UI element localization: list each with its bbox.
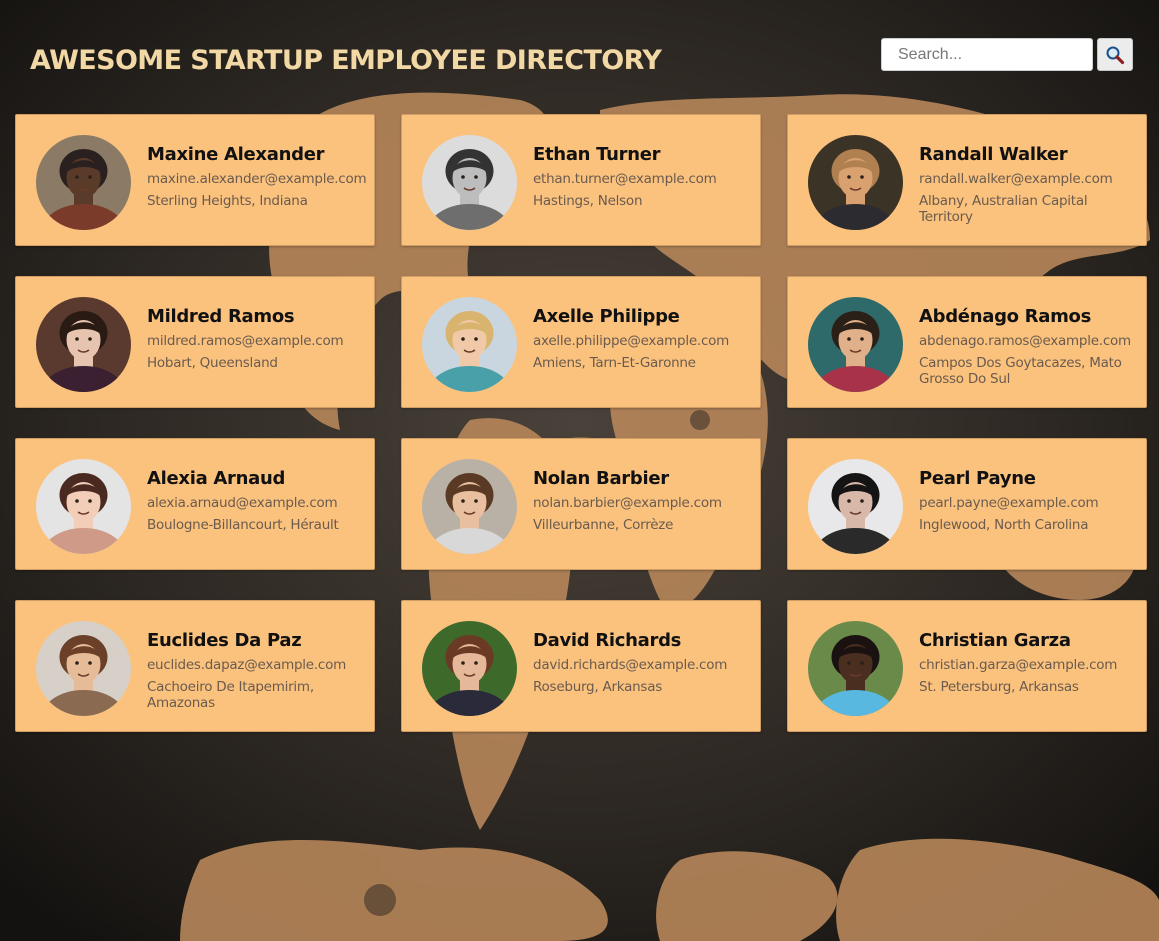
portrait-image <box>36 621 131 716</box>
employee-location: Cachoeiro De Itapemirim, Amazonas <box>147 679 314 711</box>
employee-name: Maxine Alexander <box>147 144 325 165</box>
employee-location: Boulogne-Billancourt, Hérault <box>147 517 339 533</box>
search-button[interactable] <box>1097 38 1133 71</box>
employee-card[interactable]: Ethan Turner ethan.turner@example.com Ha… <box>401 114 761 246</box>
employee-name: Randall Walker <box>919 144 1068 165</box>
card-info: Ethan Turner ethan.turner@example.com Ha… <box>533 143 750 209</box>
employee-card[interactable]: Christian Garza christian.garza@example.… <box>787 600 1147 732</box>
portrait-image <box>808 297 903 392</box>
avatar <box>422 297 517 392</box>
employee-name: Nolan Barbier <box>533 468 669 489</box>
employee-name: David Richards <box>533 630 682 651</box>
employee-card[interactable]: Abdénago Ramos abdenago.ramos@example.co… <box>787 276 1147 408</box>
card-info: Mildred Ramos mildred.ramos@example.com … <box>147 305 364 371</box>
employee-card[interactable]: Pearl Payne pearl.payne@example.com Ingl… <box>787 438 1147 570</box>
avatar <box>422 621 517 716</box>
employee-gallery: Maxine Alexander maxine.alexander@exampl… <box>15 114 1147 732</box>
employee-location: Villeurbanne, Corrèze <box>533 517 674 533</box>
employee-card[interactable]: Nolan Barbier nolan.barbier@example.com … <box>401 438 761 570</box>
card-info: Maxine Alexander maxine.alexander@exampl… <box>147 143 367 209</box>
employee-location: Sterling Heights, Indiana <box>147 193 308 209</box>
employee-email: abdenago.ramos@example.com <box>919 333 1131 349</box>
employee-location: Hobart, Queensland <box>147 355 278 371</box>
employee-location: Inglewood, North Carolina <box>919 517 1089 533</box>
employee-card[interactable]: David Richards david.richards@example.co… <box>401 600 761 732</box>
employee-email: randall.walker@example.com <box>919 171 1113 187</box>
portrait-image <box>36 459 131 554</box>
employee-email: christian.garza@example.com <box>919 657 1118 673</box>
employee-email: ethan.turner@example.com <box>533 171 717 187</box>
employee-location: Roseburg, Arkansas <box>533 679 662 695</box>
employee-email: maxine.alexander@example.com <box>147 171 367 187</box>
avatar <box>36 135 131 230</box>
employee-location: St. Petersburg, Arkansas <box>919 679 1079 695</box>
portrait-image <box>422 459 517 554</box>
avatar <box>808 459 903 554</box>
avatar <box>808 621 903 716</box>
employee-card[interactable]: Randall Walker randall.walker@example.co… <box>787 114 1147 246</box>
portrait-image <box>36 297 131 392</box>
search-input[interactable] <box>881 38 1093 71</box>
employee-email: alexia.arnaud@example.com <box>147 495 338 511</box>
employee-email: euclides.dapaz@example.com <box>147 657 346 673</box>
employee-name: Abdénago Ramos <box>919 306 1092 327</box>
employee-card[interactable]: Axelle Philippe axelle.philippe@example.… <box>401 276 761 408</box>
magnifying-glass-icon <box>1106 46 1125 64</box>
card-info: Abdénago Ramos abdenago.ramos@example.co… <box>919 305 1136 387</box>
portrait-image <box>36 135 131 230</box>
portrait-image <box>422 621 517 716</box>
card-info: Axelle Philippe axelle.philippe@example.… <box>533 305 750 371</box>
card-info: Christian Garza christian.garza@example.… <box>919 629 1136 695</box>
card-info: Nolan Barbier nolan.barbier@example.com … <box>533 467 750 533</box>
card-info: Alexia Arnaud alexia.arnaud@example.com … <box>147 467 364 533</box>
employee-name: Mildred Ramos <box>147 306 295 327</box>
avatar <box>422 459 517 554</box>
employee-email: david.richards@example.com <box>533 657 728 673</box>
employee-location: Albany, Australian Capital Territory <box>919 193 1088 225</box>
employee-location: Hastings, Nelson <box>533 193 643 209</box>
employee-email: pearl.payne@example.com <box>919 495 1099 511</box>
employee-name: Christian Garza <box>919 630 1071 651</box>
portrait-image <box>808 135 903 230</box>
portrait-image <box>422 297 517 392</box>
card-info: David Richards david.richards@example.co… <box>533 629 750 695</box>
avatar <box>36 459 131 554</box>
employee-email: axelle.philippe@example.com <box>533 333 730 349</box>
portrait-image <box>422 135 517 230</box>
employee-card[interactable]: Alexia Arnaud alexia.arnaud@example.com … <box>15 438 375 570</box>
card-info: Randall Walker randall.walker@example.co… <box>919 143 1136 225</box>
employee-card[interactable]: Euclides Da Paz euclides.dapaz@example.c… <box>15 600 375 732</box>
employee-name: Euclides Da Paz <box>147 630 302 651</box>
employee-email: nolan.barbier@example.com <box>533 495 722 511</box>
employee-email: mildred.ramos@example.com <box>147 333 344 349</box>
employee-name: Ethan Turner <box>533 144 661 165</box>
avatar <box>422 135 517 230</box>
portrait-image <box>808 621 903 716</box>
avatar <box>36 297 131 392</box>
employee-name: Pearl Payne <box>919 468 1036 489</box>
employee-card[interactable]: Mildred Ramos mildred.ramos@example.com … <box>15 276 375 408</box>
avatar <box>808 135 903 230</box>
avatar <box>808 297 903 392</box>
card-info: Euclides Da Paz euclides.dapaz@example.c… <box>147 629 364 711</box>
employee-card[interactable]: Maxine Alexander maxine.alexander@exampl… <box>15 114 375 246</box>
employee-name: Axelle Philippe <box>533 306 680 327</box>
employee-location: Amiens, Tarn-Et-Garonne <box>533 355 696 371</box>
card-info: Pearl Payne pearl.payne@example.com Ingl… <box>919 467 1136 533</box>
portrait-image <box>808 459 903 554</box>
employee-location: Campos Dos Goytacazes, Mato Grosso Do Su… <box>919 355 1122 387</box>
search-form <box>881 38 1133 71</box>
avatar <box>36 621 131 716</box>
page-title: AWESOME STARTUP EMPLOYEE DIRECTORY <box>30 45 662 76</box>
employee-name: Alexia Arnaud <box>147 468 286 489</box>
